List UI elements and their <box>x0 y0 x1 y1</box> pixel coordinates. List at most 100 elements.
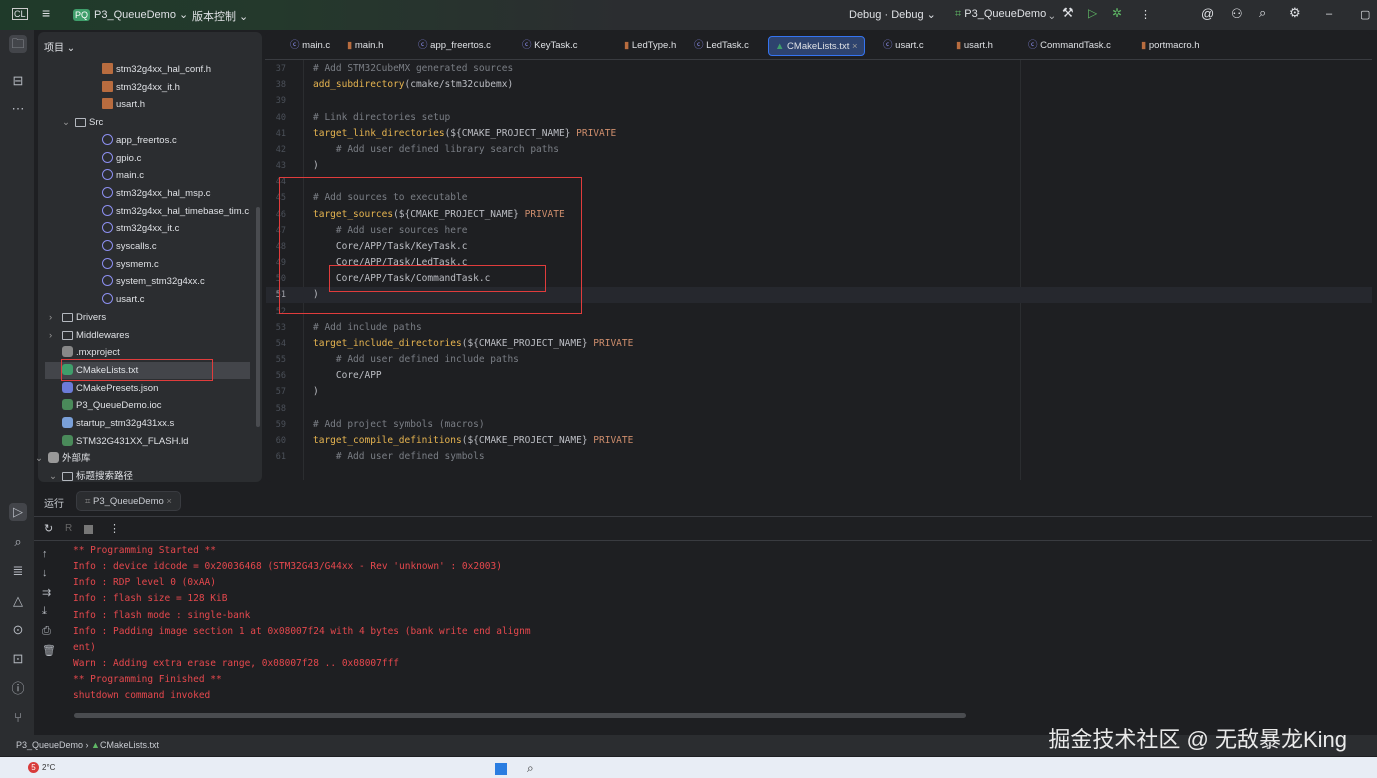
tab-usart-c[interactable]: ⓒ usart.c <box>877 36 930 56</box>
search-icon[interactable]: ⌕ <box>527 761 534 776</box>
soft-wrap-icon[interactable]: ⇉ <box>42 586 51 599</box>
more-icon[interactable]: ⋮ <box>109 522 120 535</box>
chevron-down-icon[interactable]: ⌄ <box>35 450 43 467</box>
chevron-right-icon[interactable]: › <box>49 309 52 326</box>
tree-item[interactable]: app_freertos.c <box>102 132 177 149</box>
tree-item[interactable]: › Middlewares <box>49 327 129 344</box>
tree-item[interactable]: ⌄ 外部库 <box>35 450 91 467</box>
tree-item[interactable]: gpio.c <box>102 150 141 167</box>
code-line[interactable]: target_link_directories(${CMAKE_PROJECT_… <box>313 126 616 142</box>
tree-item[interactable]: usart.c <box>102 291 145 308</box>
tab-ledtask-c[interactable]: ⓒ LedTask.c <box>688 36 755 56</box>
todo-list-icon[interactable]: ≣ <box>9 562 27 580</box>
run-tool-icon[interactable]: ▷ <box>9 503 27 521</box>
scroll-to-end-icon[interactable]: ⤓ <box>42 605 47 618</box>
tree-item[interactable]: CMakePresets.json <box>62 380 158 397</box>
add-user-icon[interactable]: ⚇ <box>1231 6 1243 22</box>
ai-assistant-icon[interactable]: @ <box>1201 6 1214 21</box>
scroll-down-icon[interactable]: ↓ <box>42 567 48 579</box>
tree-scrollbar[interactable] <box>256 207 260 427</box>
tree-item[interactable]: P3_QueueDemo.ioc <box>62 397 162 414</box>
start-icon[interactable] <box>495 763 507 775</box>
tree-item[interactable]: STM32G431XX_FLASH.ld <box>62 433 188 450</box>
project-panel-title[interactable]: 项目 ⌄ <box>44 39 75 54</box>
tab-portmacro-h[interactable]: ▮ portmacro.h <box>1135 36 1206 56</box>
code-line[interactable]: ) <box>313 158 319 174</box>
search-icon[interactable]: ⌕ <box>1259 5 1266 21</box>
weather-label[interactable]: 2°C <box>42 763 55 772</box>
console-scrollbar[interactable] <box>74 713 966 718</box>
code-line[interactable]: # Add project symbols (macros) <box>313 417 485 433</box>
chevron-right-icon[interactable]: › <box>49 327 52 344</box>
debug-bug-icon[interactable]: ✲ <box>1112 6 1122 20</box>
tree-item[interactable]: main.c <box>102 167 144 184</box>
code-line[interactable]: target_compile_definitions(${CMAKE_PROJE… <box>313 433 633 449</box>
restart-icon[interactable]: R <box>65 523 72 534</box>
more-tools-icon[interactable]: ⋯ <box>9 100 27 118</box>
tab-ledtype-h[interactable]: ▮ LedType.h <box>618 36 682 56</box>
tree-item[interactable]: stm32g4xx_hal_conf.h <box>102 61 211 78</box>
tab-commandtask-c[interactable]: ⓒ CommandTask.c <box>1022 36 1117 56</box>
code-line[interactable]: # Add user defined symbols <box>313 449 485 465</box>
tab-keytask-c[interactable]: ⓒ KeyTask.c <box>516 36 583 56</box>
config-selector[interactable]: Debug · Debug ⌄ <box>849 8 936 21</box>
cmake-tool-icon[interactable]: △ <box>9 592 27 610</box>
rerun-icon[interactable]: ↻ <box>44 522 53 535</box>
print-icon[interactable]: ⎙ <box>42 625 51 638</box>
chevron-down-icon[interactable]: ⌄ <box>62 114 70 131</box>
tab-usart-h[interactable]: ▮ usart.h <box>950 36 999 56</box>
tree-item[interactable]: ⌄ Src <box>62 114 103 131</box>
restore-icon[interactable]: ▢ <box>1360 8 1370 21</box>
tree-item[interactable]: stm32g4xx_it.c <box>102 220 179 237</box>
close-icon[interactable]: × <box>166 496 172 507</box>
gear-icon[interactable]: ⚙ <box>1289 5 1301 21</box>
tree-item[interactable]: syscalls.c <box>102 238 157 255</box>
terminal-icon[interactable]: ⊡ <box>9 650 27 668</box>
code-line[interactable]: # Add user defined include paths <box>313 352 519 368</box>
tree-item[interactable]: stm32g4xx_it.h <box>102 79 180 96</box>
stop-icon[interactable] <box>84 525 93 534</box>
find-icon[interactable]: ⌕ <box>9 533 27 551</box>
tree-item[interactable]: usart.h <box>102 96 145 113</box>
minimize-icon[interactable]: – <box>1326 8 1332 20</box>
tree-item[interactable]: ⌄ 标题搜索路径 <box>49 468 133 485</box>
code-line[interactable]: target_include_directories(${CMAKE_PROJE… <box>313 336 633 352</box>
more-icon[interactable]: ⋮ <box>1140 8 1151 21</box>
tree-item[interactable]: stm32g4xx_hal_timebase_tim.c <box>102 203 249 220</box>
code-line[interactable]: # Add STM32CubeMX generated sources <box>313 61 513 77</box>
build-hammer-icon[interactable]: ⚒ <box>1062 5 1074 21</box>
tree-item[interactable]: system_stm32g4xx.c <box>102 273 205 290</box>
breadcrumb-project[interactable]: P3_QueueDemo <box>16 740 83 750</box>
run-target-selector[interactable]: ⌗ P3_QueueDemo ⌄ <box>955 8 1054 21</box>
tab-app_freertos-c[interactable]: ⓒ app_freertos.c <box>412 36 497 56</box>
chevron-down-icon[interactable]: ⌄ <box>49 468 57 485</box>
git-icon[interactable]: ⑂ <box>9 709 27 727</box>
tree-item[interactable]: › Drivers <box>49 309 106 326</box>
structure-icon[interactable]: ⊟ <box>9 72 27 90</box>
breadcrumb-file[interactable]: CMakeLists.txt <box>100 740 159 750</box>
tree-item[interactable]: sysmem.c <box>102 256 159 273</box>
scroll-up-icon[interactable]: ↑ <box>42 548 48 560</box>
code-line[interactable]: # Add include paths <box>313 320 422 336</box>
code-line[interactable]: # Link directories setup <box>313 110 450 126</box>
code-line[interactable]: Core/APP <box>313 368 382 384</box>
services-icon[interactable]: ⊙ <box>9 621 27 639</box>
vcs-menu[interactable]: 版本控制 ⌄ <box>192 8 248 24</box>
code-line[interactable]: # Add user defined library search paths <box>313 142 559 158</box>
console-line: Info : flash mode : single-bank <box>73 609 251 621</box>
trash-icon[interactable]: 🗑 <box>42 644 56 657</box>
run-tab[interactable]: ⌗ P3_QueueDemo × <box>76 491 181 511</box>
main-menu-icon[interactable]: ≡ <box>42 5 50 21</box>
tree-item[interactable]: startup_stm32g431xx.s <box>62 415 174 432</box>
code-line[interactable]: add_subdirectory(cmake/stm32cubemx) <box>313 77 513 93</box>
problems-icon[interactable]: ⓘ <box>9 680 27 698</box>
run-icon[interactable]: ▷ <box>1088 6 1097 20</box>
tab-cmakelists-txt[interactable]: ▲ CMakeLists.txt × <box>768 36 865 56</box>
tab-main-c[interactable]: ⓒ main.c <box>284 36 336 56</box>
tab-main-h[interactable]: ▮ main.h <box>341 36 389 56</box>
code-line[interactable]: ) <box>313 384 319 400</box>
project-folder-icon[interactable]: 🗀 <box>9 35 27 53</box>
project-selector[interactable]: PQ P3_QueueDemo ⌄ <box>73 8 188 21</box>
close-icon[interactable]: × <box>852 41 858 52</box>
tree-item[interactable]: stm32g4xx_hal_msp.c <box>102 185 211 202</box>
